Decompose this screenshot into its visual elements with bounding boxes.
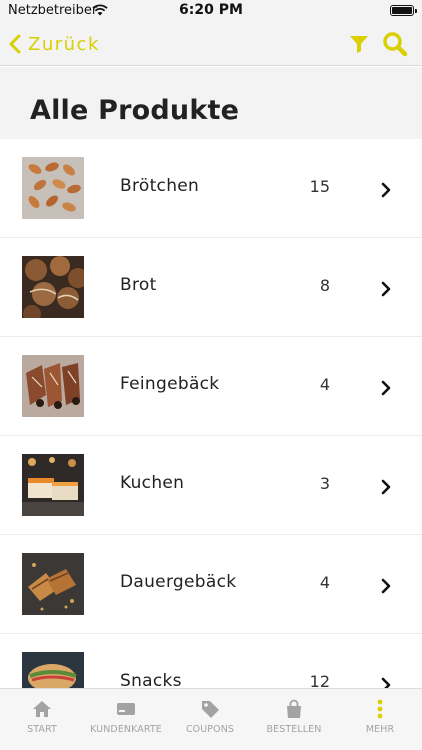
page-title: Alle Produkte	[30, 95, 240, 126]
tab-bestellen[interactable]: BESTELLEN	[252, 689, 336, 750]
product-name: Feingebäck	[120, 374, 220, 394]
status-bar: Netzbetreiber 6:20 PM	[0, 0, 422, 22]
card-icon	[117, 703, 135, 715]
list-item[interactable]: Dauergebäck 4	[0, 535, 422, 634]
product-thumbnail	[22, 553, 84, 615]
pastry-photo	[22, 355, 84, 417]
product-thumbnail	[22, 157, 84, 219]
list-item[interactable]: Brot 8	[0, 238, 422, 337]
product-count: 8	[319, 276, 330, 295]
tab-coupons[interactable]: COUPONS	[168, 689, 252, 750]
tag-icon	[202, 701, 219, 718]
chevron-right-icon	[381, 182, 391, 198]
product-list: Brötchen 15 Brot 8 Feingebäck 4 Kuchen 3…	[0, 139, 422, 688]
navigation-bar: Zurück	[0, 22, 422, 66]
list-item[interactable]: Feingebäck 4	[0, 337, 422, 436]
chevron-right-icon	[381, 677, 391, 688]
tab-label: KUNDENKARTE	[90, 724, 162, 735]
chevron-right-icon	[381, 479, 391, 495]
product-name: Brot	[120, 275, 157, 295]
product-name: Kuchen	[120, 473, 185, 493]
product-count: 15	[309, 177, 330, 196]
product-count: 4	[319, 573, 330, 592]
battery-icon	[390, 5, 417, 16]
cookie-photo	[22, 553, 84, 615]
cake-photo	[22, 454, 84, 516]
product-thumbnail	[22, 355, 84, 417]
bread-photo	[22, 256, 84, 318]
chevron-right-icon	[381, 380, 391, 396]
clock: 6:20 PM	[179, 2, 243, 18]
product-thumbnail	[22, 652, 84, 688]
product-name: Snacks	[120, 671, 182, 688]
product-count: 3	[319, 474, 330, 493]
product-name: Dauergebäck	[120, 572, 237, 592]
back-button[interactable]: Zurück	[8, 30, 100, 58]
list-item[interactable]: Brötchen 15	[0, 139, 422, 238]
product-count: 4	[319, 375, 330, 394]
snack-photo	[22, 652, 84, 688]
tab-start[interactable]: START	[0, 689, 84, 750]
tab-kundenkarte[interactable]: KUNDENKARTE	[84, 689, 168, 750]
search-icon[interactable]	[382, 31, 408, 57]
rolls-photo	[22, 157, 84, 219]
tab-label: MEHR	[365, 724, 395, 735]
list-item[interactable]: Kuchen 3	[0, 436, 422, 535]
product-name: Brötchen	[120, 176, 200, 196]
more-icon	[377, 699, 383, 719]
tab-label: START	[27, 724, 57, 735]
list-item[interactable]: Snacks 12	[0, 634, 422, 688]
tab-mehr[interactable]: MEHR	[338, 689, 422, 750]
tab-bar: START KUNDENKARTE COUPONS BESTELLEN MEHR	[0, 688, 422, 750]
filter-icon[interactable]	[348, 33, 370, 55]
tab-label: COUPONS	[185, 724, 235, 735]
product-thumbnail	[22, 454, 84, 516]
chevron-left-icon	[9, 34, 21, 54]
chevron-right-icon	[381, 281, 391, 297]
back-label: Zurück	[28, 33, 100, 55]
bag-icon	[287, 699, 301, 718]
product-thumbnail	[22, 256, 84, 318]
product-count: 12	[309, 672, 330, 688]
home-icon	[33, 701, 51, 717]
tab-label: BESTELLEN	[266, 724, 322, 735]
chevron-right-icon	[381, 578, 391, 594]
page-header: Alle Produkte	[0, 67, 422, 139]
